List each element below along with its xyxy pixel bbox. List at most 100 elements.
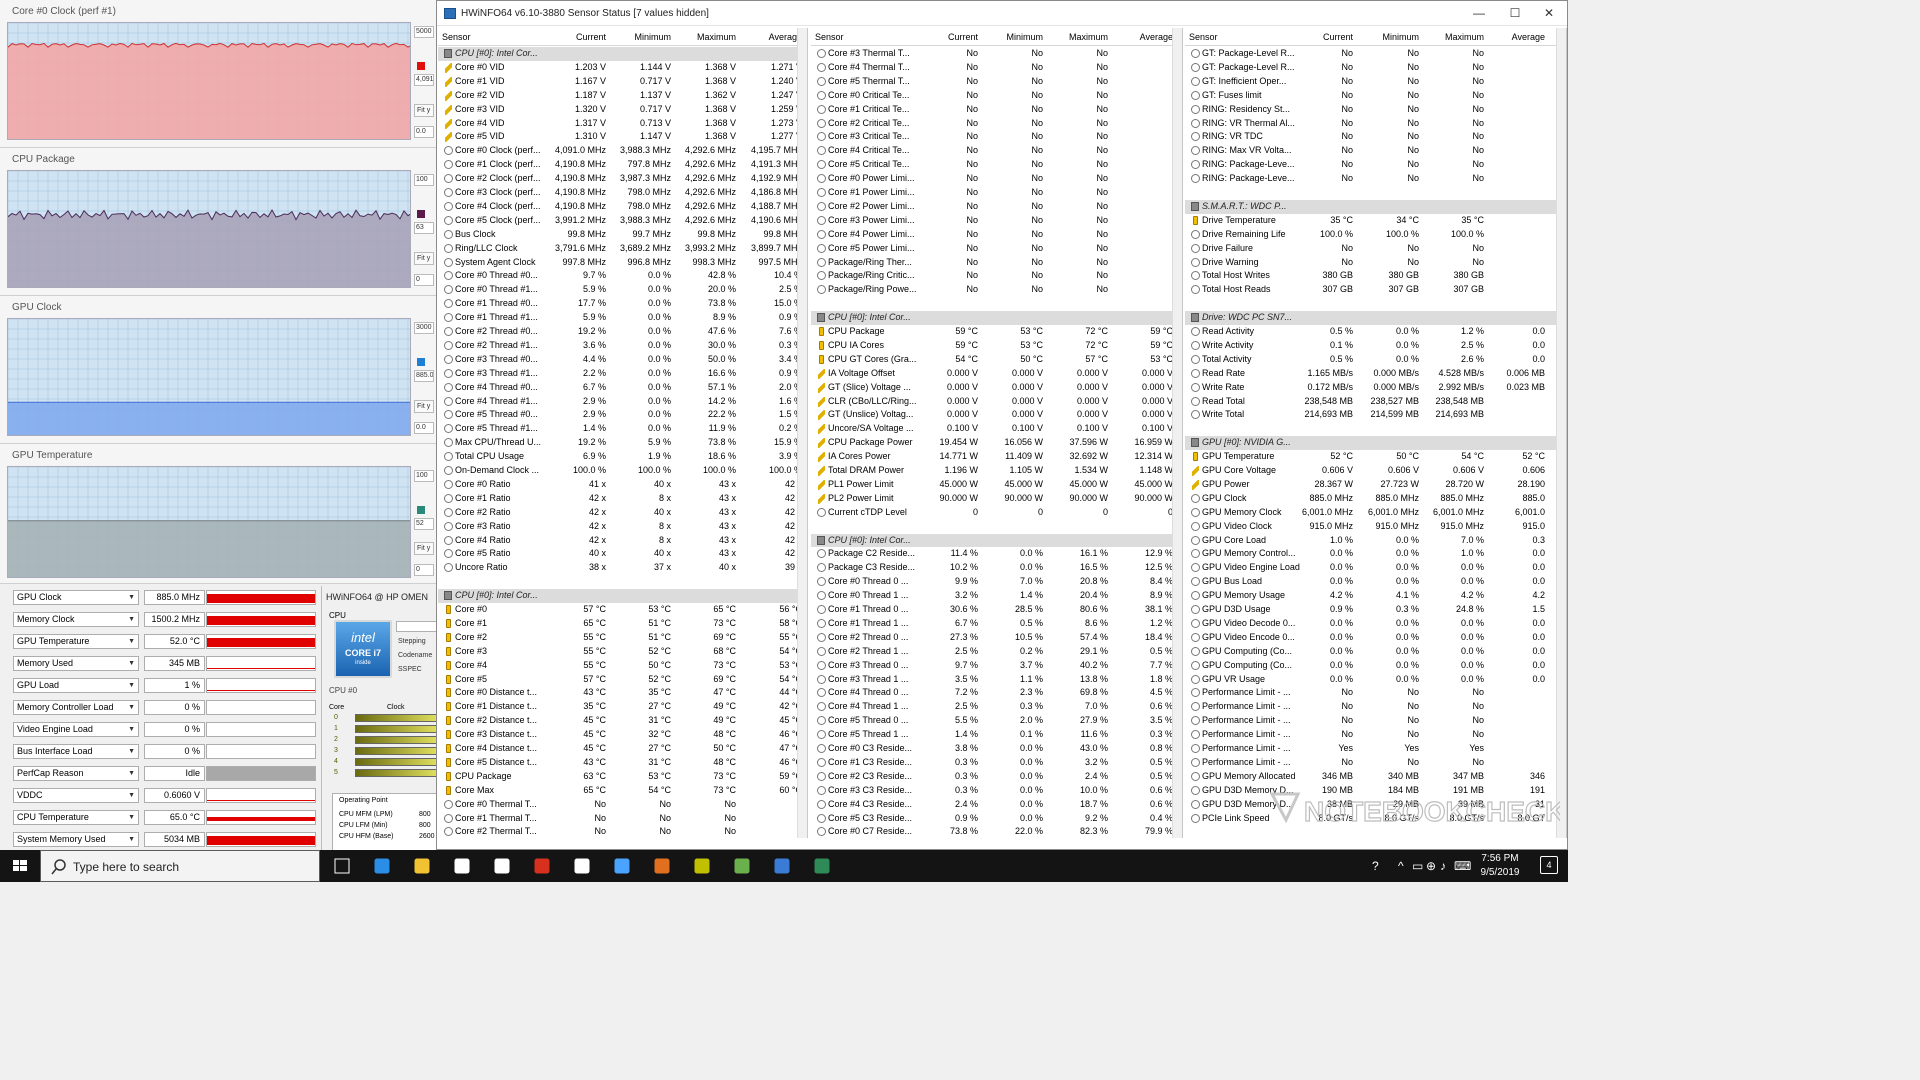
sensor-row[interactable]: Core #2 Distance t... 45 °C 31 °C 49 °C 45 °… xyxy=(438,714,807,728)
sensor-row[interactable]: Core #3 Thread #1... 2.2 % 0.0 % 16.6 % 0.9 … xyxy=(438,367,807,381)
sensor-row[interactable]: Write Rate 0.172 MB/s 0.000 MB/s 2.992 MB/s… xyxy=(1185,381,1566,395)
sensor-row[interactable]: Core #1 Distance t... 35 °C 27 °C 49 °C 42 °… xyxy=(438,700,807,714)
sensor-row[interactable]: Core #4 Thread #1... 2.9 % 0.0 % 14.2 % 1.6 … xyxy=(438,395,807,409)
sensor-row[interactable]: Performance Limit - ... No No No xyxy=(1185,714,1566,728)
notification-center-icon[interactable]: 4 xyxy=(1540,856,1558,874)
column-header[interactable]: Maximum xyxy=(1048,32,1108,42)
fit-y-button[interactable]: Fit y xyxy=(414,400,434,413)
sensor-row[interactable]: Ring/LLC Clock 3,791.6 MHz 3,689.2 MHz 3,99… xyxy=(438,242,807,256)
sensor-row[interactable]: Core #4 Thread 0 ... 7.2 % 2.3 % 69.8 % 4.5 … xyxy=(811,686,1182,700)
sensor-row[interactable]: Core #2 Power Limi... No No No xyxy=(811,200,1182,214)
sensor-row[interactable]: Core #5 Ratio 40 x 40 x 43 x 42 x xyxy=(438,547,807,561)
dropdown-arrow-icon[interactable]: ▼ xyxy=(128,591,135,604)
sensor-row[interactable]: Core #0 Thread #0... 9.7 % 0.0 % 42.8 % 10.4… xyxy=(438,269,807,283)
sensor-row[interactable]: Core #0 57 °C 53 °C 65 °C 56 °C xyxy=(438,603,807,617)
sensor-row[interactable]: Performance Limit - ... No No No xyxy=(1185,686,1566,700)
sensor-row[interactable]: Core #0 Thread 1 ... 3.2 % 1.4 % 20.4 % 8.9 … xyxy=(811,589,1182,603)
sensor-row[interactable]: GPU Video Encode 0... 0.0 % 0.0 % 0.0 % 0.0 xyxy=(1185,631,1566,645)
sensor-row[interactable]: Uncore Ratio 38 x 37 x 40 x 39 x xyxy=(438,561,807,575)
sensor-row[interactable]: CPU Package Power 19.454 W 16.056 W 37.596 … xyxy=(811,436,1182,450)
sensor-row[interactable]: PL1 Power Limit 45.000 W 45.000 W 45.000 W 4… xyxy=(811,478,1182,492)
sensor-row[interactable]: Core #1 Thread 1 ... 6.7 % 0.5 % 8.6 % 1.2 % xyxy=(811,617,1182,631)
sensor-row[interactable]: Total Activity 0.5 % 0.0 % 2.6 % 0.0 xyxy=(1185,353,1566,367)
sensor-row[interactable]: GPU Memory Usage 4.2 % 4.1 % 4.2 % 4.2 xyxy=(1185,589,1566,603)
sensor-row[interactable]: Core #1 C3 Reside... 0.3 % 0.0 % 3.2 % 0.5 % xyxy=(811,756,1182,770)
sensor-group-header[interactable]: CPU [#0]: Intel Cor... xyxy=(811,311,1182,325)
sensor-row[interactable]: Core #0 C7 Reside... 73.8 % 22.0 % 82.3 % 79… xyxy=(811,825,1182,838)
sensor-pane-1[interactable]: Sensor Current Minimum Maximum Average CPU [#… xyxy=(438,28,808,838)
sensor-row[interactable]: Core #3 Critical Te... No No No xyxy=(811,130,1182,144)
file-explorer-icon[interactable] xyxy=(412,856,432,876)
sensor-row[interactable]: Core #4 Thermal T... No No No xyxy=(811,61,1182,75)
column-header[interactable]: Current xyxy=(1293,32,1353,42)
sensor-row[interactable]: GPU Power 28.367 W 27.723 W 28.720 W 28.190 xyxy=(1185,478,1566,492)
sensor-row[interactable]: GPU Temperature 52 °C 50 °C 54 °C 52 °C xyxy=(1185,450,1566,464)
sensor-row[interactable]: Read Activity 0.5 % 0.0 % 1.2 % 0.0 xyxy=(1185,325,1566,339)
column-header[interactable]: Minimum xyxy=(611,32,671,42)
sensor-group-header[interactable]: Drive: WDC PC SN7... xyxy=(1185,311,1566,325)
sensor-row[interactable]: Core #4 Critical Te... No No No xyxy=(811,144,1182,158)
column-header[interactable]: Average xyxy=(742,32,802,42)
sensor-row[interactable]: Core #3 Clock (perf... 4,190.8 MHz 798.0 M… xyxy=(438,186,807,200)
sensor-select[interactable]: PerfCap Reason ▼ xyxy=(13,766,139,781)
sensor-row[interactable]: Core #5 Thermal T... No No No xyxy=(811,75,1182,89)
sensor-row[interactable]: Core #4 Distance t... 45 °C 27 °C 50 °C 47 °… xyxy=(438,742,807,756)
column-header[interactable]: Average xyxy=(1113,32,1173,42)
sensor-row[interactable]: Drive Warning No No No xyxy=(1185,256,1566,270)
sensor-row[interactable]: Core #0 Power Limi... No No No xyxy=(811,172,1182,186)
graph-max-value[interactable]: 100 xyxy=(414,470,434,482)
graph-min-value[interactable]: 0.0 xyxy=(414,422,434,434)
chrome-like-icon[interactable] xyxy=(732,856,752,876)
sensor-pane-2[interactable]: Sensor Current Minimum Maximum Average Core #… xyxy=(811,28,1183,838)
sensor-row[interactable]: Core #0 Clock (perf... 4,091.0 MHz 3,988.3… xyxy=(438,144,807,158)
graph-min-value[interactable]: 0.0 xyxy=(414,126,434,138)
dropdown-arrow-icon[interactable]: ▼ xyxy=(128,745,135,758)
series-color-swatch[interactable] xyxy=(417,358,425,366)
sensor-row[interactable]: IA Voltage Offset 0.000 V 0.000 V 0.000 V 0.… xyxy=(811,367,1182,381)
volume-icon[interactable]: ♪ xyxy=(1440,859,1446,873)
dropbox-icon[interactable] xyxy=(572,856,592,876)
sensor-row[interactable]: Core #0 VID 1.203 V 1.144 V 1.368 V 1.271 V xyxy=(438,61,807,75)
sensor-row[interactable]: Core #5 Thread 1 ... 1.4 % 0.1 % 11.6 % 0.3 … xyxy=(811,728,1182,742)
sensor-row[interactable]: Package/Ring Critic... No No No xyxy=(811,269,1182,283)
dropdown-arrow-icon[interactable]: ▼ xyxy=(128,701,135,714)
globe-icon[interactable]: ⊕ xyxy=(1426,859,1436,873)
sensor-row[interactable]: GPU Core Load 1.0 % 0.0 % 7.0 % 0.3 xyxy=(1185,534,1566,548)
graph-min-value[interactable]: 0 xyxy=(414,564,434,576)
sensor-row[interactable]: Core #5 Power Limi... No No No xyxy=(811,242,1182,256)
sensor-row[interactable]: Core #2 55 °C 51 °C 69 °C 55 °C xyxy=(438,631,807,645)
sensor-row[interactable]: Core #2 Thread 0 ... 27.3 % 10.5 % 57.4 % 18… xyxy=(811,631,1182,645)
sensor-row[interactable]: Core #2 Clock (perf... 4,190.8 MHz 3,987.3… xyxy=(438,172,807,186)
sensor-row[interactable]: Performance Limit - ... Yes Yes Yes xyxy=(1185,742,1566,756)
spreadsheet-icon[interactable] xyxy=(812,856,832,876)
dropdown-arrow-icon[interactable]: ▼ xyxy=(128,767,135,780)
sensor-row[interactable]: Uncore/SA Voltage ... 0.100 V 0.100 V 0.100… xyxy=(811,422,1182,436)
sensor-row[interactable]: Core #5 Critical Te... No No No xyxy=(811,158,1182,172)
graph-min-value[interactable]: 0 xyxy=(414,274,434,286)
column-header[interactable]: Average xyxy=(1485,32,1545,42)
sensor-row[interactable]: Core #1 Power Limi... No No No xyxy=(811,186,1182,200)
sensor-row[interactable]: Core #2 Critical Te... No No No xyxy=(811,117,1182,131)
sensor-row[interactable]: GPU Memory Control... 0.0 % 0.0 % 1.0 % 0.0 xyxy=(1185,547,1566,561)
mail-icon[interactable] xyxy=(492,856,512,876)
sensor-row[interactable]: CLR (CBo/LLC/Ring... 0.000 V 0.000 V 0.000 … xyxy=(811,395,1182,409)
sensor-row[interactable]: CPU IA Cores 59 °C 53 °C 72 °C 59 °C xyxy=(811,339,1182,353)
fit-y-button[interactable]: Fit y xyxy=(414,104,434,117)
sensor-select[interactable]: Memory Clock ▼ xyxy=(13,612,139,627)
sensor-pane-3[interactable]: Sensor Current Minimum Maximum Average GT: Pa… xyxy=(1185,28,1567,838)
column-header[interactable]: Maximum xyxy=(676,32,736,42)
sensor-row[interactable]: On-Demand Clock ... 100.0 % 100.0 % 100.0 %… xyxy=(438,464,807,478)
chevron-up-icon[interactable]: ^ xyxy=(1398,859,1404,873)
sensor-select[interactable]: Memory Controller Load ▼ xyxy=(13,700,139,715)
column-header[interactable]: Current xyxy=(546,32,606,42)
sensor-row[interactable]: RING: Max VR Volta... No No No xyxy=(1185,144,1566,158)
sensor-row[interactable]: Core #2 Ratio 42 x 40 x 43 x 42 x xyxy=(438,506,807,520)
start-button[interactable] xyxy=(0,850,40,882)
sensor-row[interactable]: Core #4 55 °C 50 °C 73 °C 53 °C xyxy=(438,659,807,673)
sensor-select[interactable]: Video Engine Load ▼ xyxy=(13,722,139,737)
sensor-row[interactable]: Total Host Writes 380 GB 380 GB 380 GB xyxy=(1185,269,1566,283)
sensor-row[interactable]: GPU Bus Load 0.0 % 0.0 % 0.0 % 0.0 xyxy=(1185,575,1566,589)
sensor-group-header[interactable]: CPU [#0]: Intel Cor... xyxy=(438,47,807,61)
sensor-row[interactable]: Core #4 VID 1.317 V 0.713 V 1.368 V 1.273 V xyxy=(438,117,807,131)
series-color-swatch[interactable] xyxy=(417,62,425,70)
